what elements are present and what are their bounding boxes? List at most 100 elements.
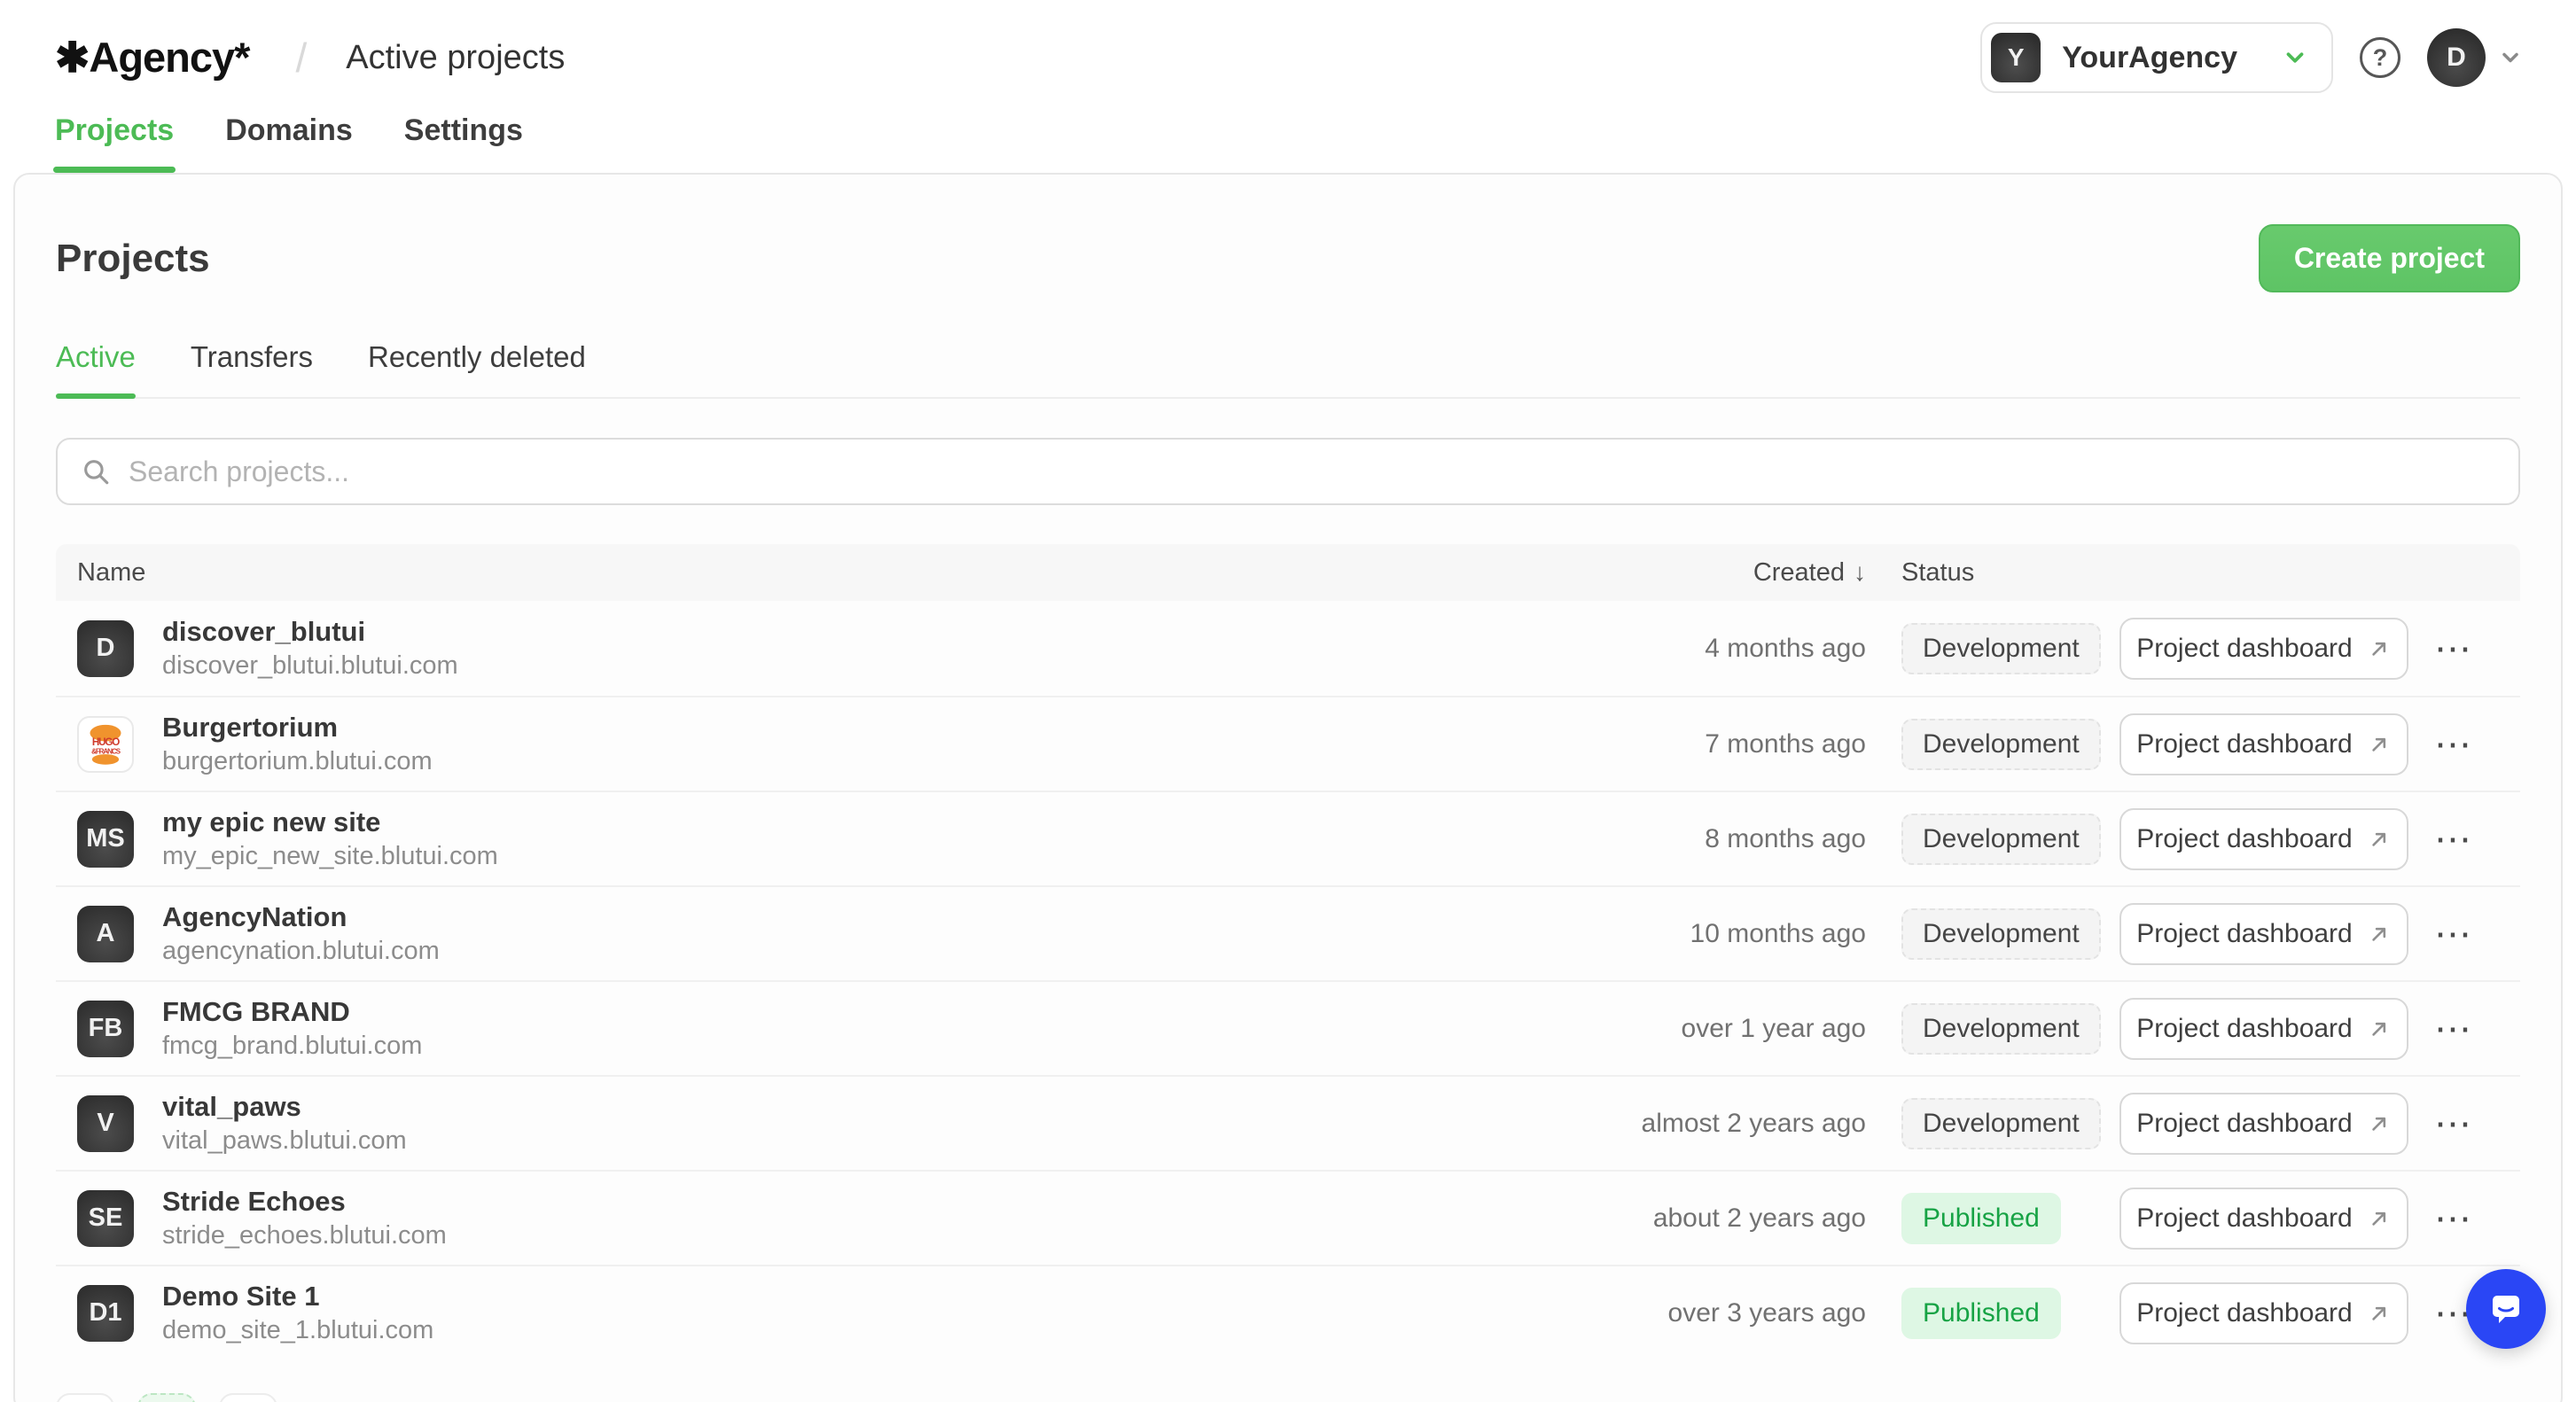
projects-card: Projects Create project Active Transfers R… <box>13 173 2563 1402</box>
table-row[interactable]: V vital_paws vital_paws.blutui.com almos… <box>56 1075 2520 1170</box>
project-dashboard-button[interactable]: Project dashboard <box>2119 1188 2408 1250</box>
row-more-button[interactable]: ⋯ <box>2425 907 2482 962</box>
project-name[interactable]: vital_paws <box>162 1090 407 1123</box>
column-header-name: Name <box>77 558 1565 588</box>
search-input[interactable] <box>129 456 2495 488</box>
chevron-down-icon <box>2282 44 2308 71</box>
created-at: almost 2 years ago <box>1642 1109 1866 1139</box>
project-name[interactable]: Demo Site 1 <box>162 1280 433 1312</box>
user-avatar: D <box>2427 28 2486 87</box>
created-at: 4 months ago <box>1705 634 1866 664</box>
project-name[interactable]: my epic new site <box>162 806 498 838</box>
project-name[interactable]: FMCG BRAND <box>162 995 422 1028</box>
table-row[interactable]: FB FMCG BRAND fmcg_brand.blutui.com over… <box>56 980 2520 1075</box>
row-more-button[interactable]: ⋯ <box>2425 717 2482 772</box>
sort-desc-icon: ↓ <box>1854 558 1866 587</box>
pagination-prev-button[interactable] <box>56 1393 114 1402</box>
project-domain: agencynation.blutui.com <box>162 935 440 967</box>
pagination-page-1[interactable]: 1 <box>137 1393 196 1402</box>
status-badge: Development <box>1901 719 2101 770</box>
project-name[interactable]: Burgertorium <box>162 711 433 744</box>
workspace-switcher[interactable]: Y YourAgency <box>1980 22 2333 93</box>
column-header-status: Status <box>1866 558 2119 588</box>
project-initials-avatar: D1 <box>77 1285 134 1342</box>
project-domain: demo_site_1.blutui.com <box>162 1314 433 1346</box>
chat-launcher-button[interactable] <box>2466 1269 2546 1349</box>
project-dashboard-button[interactable]: Project dashboard <box>2119 808 2408 870</box>
external-link-icon <box>2367 1206 2392 1231</box>
external-link-icon <box>2367 1301 2392 1326</box>
user-menu[interactable]: D <box>2427 28 2523 87</box>
external-link-icon <box>2367 1111 2392 1136</box>
burger-logo-icon: HUGO &FRANCS <box>81 720 130 769</box>
project-dashboard-button[interactable]: Project dashboard <box>2119 998 2408 1060</box>
svg-text:HUGO: HUGO <box>92 736 120 748</box>
project-domain: stride_echoes.blutui.com <box>162 1219 447 1251</box>
project-dashboard-button[interactable]: Project dashboard <box>2119 713 2408 775</box>
table-row[interactable]: A AgencyNation agencynation.blutui.com 1… <box>56 885 2520 980</box>
project-dashboard-button[interactable]: Project dashboard <box>2119 1093 2408 1155</box>
table-row[interactable]: HUGO &FRANCS Burgertorium burgertorium.b… <box>56 696 2520 791</box>
subtab-active[interactable]: Active <box>56 340 136 397</box>
table-row[interactable]: D discover_blutui discover_blutui.blutui… <box>56 601 2520 696</box>
breadcrumb: Active projects <box>346 39 565 77</box>
project-sub-tabs: Active Transfers Recently deleted <box>56 340 2520 399</box>
subtab-recently-deleted[interactable]: Recently deleted <box>368 340 586 397</box>
project-logo-avatar: HUGO &FRANCS <box>77 716 134 773</box>
column-header-created[interactable]: Created ↓ <box>1753 558 1866 588</box>
project-dashboard-button[interactable]: Project dashboard <box>2119 903 2408 965</box>
project-initials-avatar: FB <box>77 1001 134 1057</box>
workspace-name: YourAgency <box>2062 41 2237 75</box>
project-initials-avatar: MS <box>77 811 134 868</box>
project-domain: fmcg_brand.blutui.com <box>162 1030 422 1062</box>
project-initials-avatar: SE <box>77 1190 134 1247</box>
agency-logo[interactable]: ✱Agency* <box>55 33 249 82</box>
tab-domains[interactable]: Domains <box>225 113 353 173</box>
row-more-button[interactable]: ⋯ <box>2425 1001 2482 1056</box>
created-at: over 1 year ago <box>1682 1014 1866 1044</box>
row-more-button[interactable]: ⋯ <box>2425 812 2482 867</box>
create-project-button[interactable]: Create project <box>2259 224 2520 292</box>
project-domain: burgertorium.blutui.com <box>162 745 433 777</box>
table-row[interactable]: MS my epic new site my_epic_new_site.blu… <box>56 791 2520 885</box>
external-link-icon <box>2367 827 2392 852</box>
created-at: over 3 years ago <box>1668 1298 1866 1328</box>
tab-projects[interactable]: Projects <box>55 113 174 173</box>
row-more-button[interactable]: ⋯ <box>2425 621 2482 676</box>
pagination: 1 <box>56 1393 2520 1402</box>
row-more-button[interactable]: ⋯ <box>2425 1096 2482 1151</box>
project-domain: discover_blutui.blutui.com <box>162 650 458 682</box>
external-link-icon <box>2367 922 2392 946</box>
page-title: Projects <box>56 237 210 281</box>
pagination-next-button[interactable] <box>219 1393 277 1402</box>
top-header: ✱Agency* / Active projects Y YourAgency … <box>0 0 2576 92</box>
project-name[interactable]: Stride Echoes <box>162 1185 447 1218</box>
project-dashboard-button[interactable]: Project dashboard <box>2119 1282 2408 1344</box>
search-box <box>56 438 2520 505</box>
table-header: Name Created ↓ Status <box>56 544 2520 601</box>
status-badge: Development <box>1901 623 2101 674</box>
project-name[interactable]: AgencyNation <box>162 900 440 933</box>
project-name[interactable]: discover_blutui <box>162 615 458 648</box>
created-at: 10 months ago <box>1690 919 1866 949</box>
external-link-icon <box>2367 732 2392 757</box>
project-initials-avatar: A <box>77 906 134 962</box>
workspace-avatar: Y <box>1991 33 2041 82</box>
projects-table: Name Created ↓ Status D discover_blutui … <box>56 544 2520 1359</box>
chat-bubble-icon <box>2485 1288 2527 1330</box>
project-domain: my_epic_new_site.blutui.com <box>162 840 498 872</box>
project-initials-avatar: D <box>77 620 134 677</box>
subtab-transfers[interactable]: Transfers <box>191 340 313 397</box>
main-nav-tabs: Projects Domains Settings <box>0 92 2576 173</box>
status-badge: Published <box>1901 1193 2061 1244</box>
created-at: 7 months ago <box>1705 729 1866 759</box>
created-at: 8 months ago <box>1705 824 1866 854</box>
status-badge: Published <box>1901 1288 2061 1339</box>
help-icon[interactable]: ? <box>2360 37 2400 78</box>
table-row[interactable]: SE Stride Echoes stride_echoes.blutui.co… <box>56 1170 2520 1265</box>
status-badge: Development <box>1901 908 2101 960</box>
project-dashboard-button[interactable]: Project dashboard <box>2119 618 2408 680</box>
tab-settings[interactable]: Settings <box>404 113 523 173</box>
table-row[interactable]: D1 Demo Site 1 demo_site_1.blutui.com ov… <box>56 1265 2520 1359</box>
row-more-button[interactable]: ⋯ <box>2425 1191 2482 1246</box>
